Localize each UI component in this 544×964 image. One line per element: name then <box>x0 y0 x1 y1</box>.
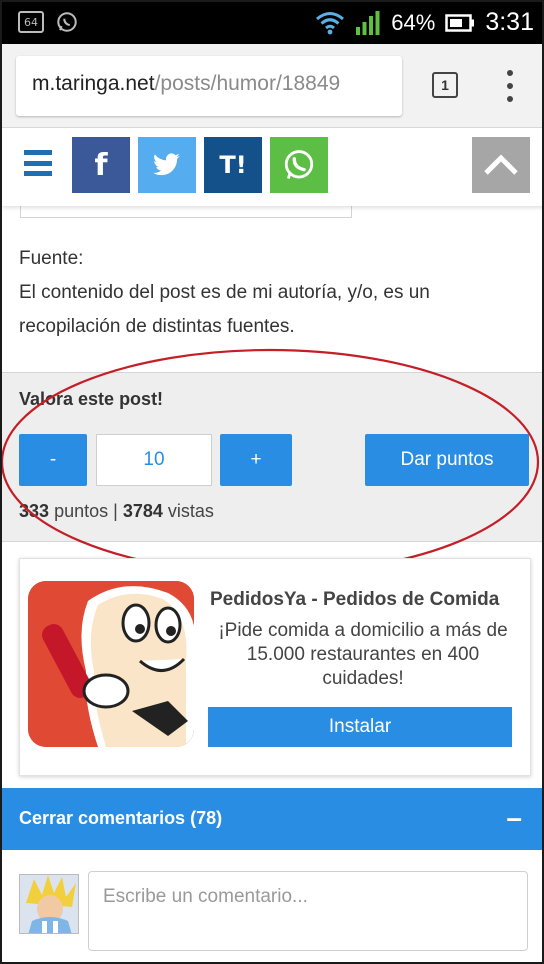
url-path: /posts/humor/18849 <box>154 72 341 95</box>
points-count: 333 <box>19 501 50 521</box>
whatsapp-notification-icon <box>57 12 77 32</box>
ad-description: ¡Pide comida a domicilio a más de 15.000… <box>218 620 508 689</box>
twitter-share-button[interactable] <box>138 137 196 193</box>
wifi-icon <box>316 11 345 34</box>
status-right-icons: 64% 3:31 <box>315 8 534 37</box>
menu-dot <box>507 83 513 89</box>
facebook-icon: f <box>94 147 108 183</box>
menu-dot <box>507 96 513 102</box>
post-source: Fuente: El contenido del post es de mi a… <box>19 242 519 344</box>
decrease-points-button[interactable]: - <box>19 434 87 486</box>
rating-panel: Valora este post! - 10 + Dar puntos 333 … <box>2 348 542 576</box>
status-bar: 64 64% 3:31 <box>2 2 542 44</box>
hamburger-menu-icon[interactable] <box>24 150 52 176</box>
browser-menu-button[interactable] <box>500 70 520 102</box>
whatsapp-share-button[interactable] <box>270 137 328 193</box>
battery-percentage: 64% <box>391 9 436 35</box>
increase-points-button[interactable]: + <box>220 434 292 486</box>
avatar <box>19 874 79 934</box>
comments-toggle-label: Cerrar comentarios (78) <box>19 808 223 828</box>
storage-64-icon: 64 <box>18 11 44 33</box>
share-toolbar: f T! <box>2 128 542 206</box>
chevron-up-icon <box>484 154 518 175</box>
source-label: Fuente: <box>19 248 84 269</box>
address-bar[interactable]: m.taringa.net/posts/humor/18849 <box>16 56 402 116</box>
clock: 3:31 <box>485 8 534 36</box>
page-content: f T! Fuente: El contenido del post es de… <box>2 128 542 962</box>
ad-app-icon <box>28 581 194 747</box>
menu-dot <box>507 70 513 76</box>
collapse-icon[interactable]: – <box>506 802 522 834</box>
whatsapp-icon <box>284 150 314 179</box>
points-input[interactable]: 10 <box>96 434 212 486</box>
install-button[interactable]: Instalar <box>208 707 512 747</box>
comment-input[interactable]: Escribe un comentario... <box>88 871 528 951</box>
pedidosya-mascot-icon <box>28 581 194 747</box>
signal-icon <box>356 10 380 35</box>
battery-icon <box>445 13 475 32</box>
source-text: El contenido del post es de mi autoría, … <box>19 282 430 337</box>
url-host: m.taringa.net <box>32 72 155 95</box>
taringa-icon: T! <box>219 151 247 179</box>
user-avatar-image <box>20 875 78 933</box>
rating-title: Valora este post! <box>19 389 164 409</box>
tab-count: 1 <box>441 77 449 93</box>
taringa-share-button[interactable]: T! <box>204 137 262 193</box>
facebook-share-button[interactable]: f <box>72 137 130 193</box>
comments-toggle-bar[interactable]: Cerrar comentarios (78) – <box>2 788 542 850</box>
points-label: puntos <box>54 501 109 521</box>
status-left-icons: 64 <box>18 11 78 33</box>
views-count: 3784 <box>122 501 163 521</box>
scroll-to-top-button[interactable] <box>472 137 530 193</box>
views-label: vistas <box>167 501 214 521</box>
browser-toolbar: m.taringa.net/posts/humor/18849 1 <box>2 44 542 128</box>
post-stats: 333 puntos | 3784 vistas <box>19 501 214 522</box>
stats-separator: | <box>113 501 118 521</box>
screen: 64 64% 3:31 m.taringa.net/posts/humor/18… <box>0 0 544 964</box>
app-ad-card[interactable]: PedidosYa - Pedidos de Comida ¡Pide comi… <box>19 558 531 776</box>
twitter-icon <box>153 153 180 176</box>
give-points-button[interactable]: Dar puntos <box>365 434 529 486</box>
tab-switcher-button[interactable]: 1 <box>432 72 458 98</box>
ad-title: PedidosYa - Pedidos de Comida <box>210 589 500 610</box>
